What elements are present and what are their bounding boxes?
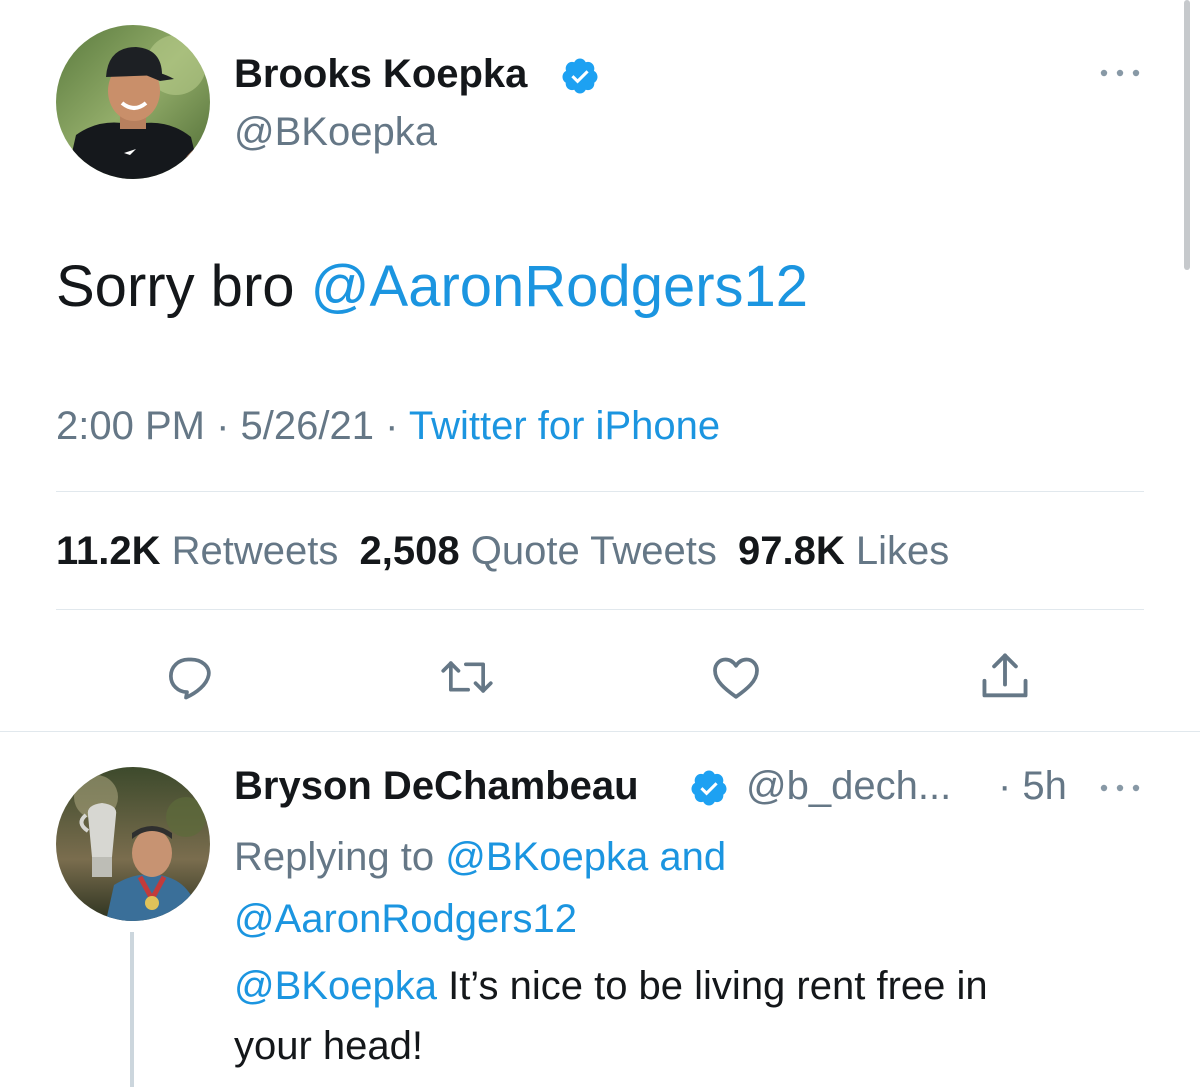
tweet-text-body: Sorry bro bbox=[56, 254, 295, 319]
replying-to: Replying to @BKoepka and @AaronRodgers12 bbox=[234, 826, 1134, 950]
tweet-text: Sorry bro @AaronRodgers12 bbox=[56, 254, 808, 320]
reply-text: @BKoepka It’s nice to be living rent fre… bbox=[234, 956, 1154, 1076]
thread-line bbox=[130, 932, 134, 1087]
section-divider bbox=[0, 731, 1200, 732]
retweets-stat[interactable]: 11.2K Retweets bbox=[56, 529, 350, 573]
reply-author-name[interactable]: Bryson DeChambeau bbox=[234, 764, 639, 808]
quote-tweets-stat[interactable]: 2,508 Quote Tweets bbox=[360, 529, 728, 573]
more-options-icon[interactable] bbox=[1098, 66, 1142, 80]
author-handle[interactable]: @BKoepka bbox=[234, 110, 437, 155]
reply-time[interactable]: · 5h bbox=[998, 764, 1067, 809]
reply-text-line2: your head! bbox=[234, 1024, 424, 1068]
likes-stat[interactable]: 97.8K Likes bbox=[738, 529, 949, 573]
divider bbox=[56, 491, 1144, 492]
author-name[interactable]: Brooks Koepka bbox=[234, 52, 527, 97]
retweets-count: 11.2K bbox=[56, 529, 161, 573]
replying-to-prefix: Replying to bbox=[234, 835, 435, 879]
reply-header: Bryson DeChambeau bbox=[234, 764, 639, 809]
meta-separator: · bbox=[385, 404, 399, 448]
likes-label: Likes bbox=[855, 529, 950, 573]
scrollbar[interactable] bbox=[1184, 0, 1190, 270]
reply-text-mention[interactable]: @BKoepka bbox=[234, 964, 437, 1008]
tweet-meta: 2:00 PM · 5/26/21 · Twitter for iPhone bbox=[56, 404, 720, 449]
retweet-icon[interactable] bbox=[437, 649, 497, 705]
replying-to-user[interactable]: @AaronRodgers12 bbox=[234, 897, 577, 941]
tweet-source-link[interactable]: Twitter for iPhone bbox=[409, 404, 720, 448]
tweet-stats: 11.2K Retweets 2,508 Quote Tweets 97.8K … bbox=[56, 529, 949, 574]
tweet-time[interactable]: 2:00 PM bbox=[56, 404, 205, 448]
verified-badge-icon bbox=[560, 56, 600, 96]
quote-tweets-label: Quote Tweets bbox=[470, 529, 717, 573]
reply-icon[interactable] bbox=[162, 649, 218, 705]
likes-count: 97.8K bbox=[737, 529, 845, 573]
author-avatar[interactable] bbox=[56, 25, 210, 179]
retweets-label: Retweets bbox=[171, 529, 339, 573]
replying-to-user[interactable]: @BKoepka bbox=[445, 835, 648, 879]
replying-to-and[interactable]: and bbox=[659, 835, 726, 879]
reply-more-options-icon[interactable] bbox=[1098, 781, 1142, 795]
tweet-date[interactable]: 5/26/21 bbox=[241, 404, 374, 448]
reply-author-avatar[interactable] bbox=[56, 767, 210, 921]
reply-text-line1: It’s nice to be living rent free in bbox=[448, 964, 988, 1008]
tweet-mention-link[interactable]: @AaronRodgers12 bbox=[311, 254, 808, 319]
verified-badge-icon bbox=[689, 768, 729, 808]
divider bbox=[56, 609, 1144, 610]
quote-tweets-count: 2,508 bbox=[359, 529, 460, 573]
reply-author-handle[interactable]: @b_dech... bbox=[746, 764, 951, 809]
like-icon[interactable] bbox=[708, 649, 764, 705]
share-icon[interactable] bbox=[976, 647, 1034, 705]
meta-separator: · bbox=[216, 404, 230, 448]
